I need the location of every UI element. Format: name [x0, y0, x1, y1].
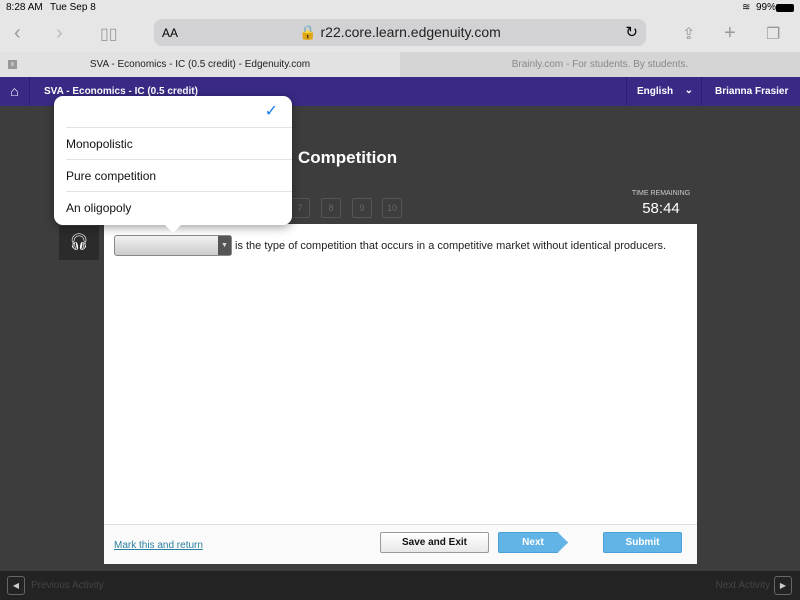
close-tab-icon[interactable]: x — [8, 60, 17, 69]
address-bar[interactable]: AA 🔒 r22.core.learn.edgenuity.com ↻ — [154, 19, 646, 46]
new-tab-icon[interactable]: + — [724, 22, 736, 45]
time-remaining-label: TIME REMAINING — [631, 190, 691, 197]
question-card: ▼ is the type of competition that occurs… — [104, 224, 697, 564]
date: Tue Sep 8 — [50, 2, 96, 13]
back-icon[interactable]: ‹ — [14, 22, 21, 45]
wifi-icon: ≋ — [742, 2, 751, 13]
dropdown-arrow-icon: ▼ — [218, 236, 231, 255]
question-number[interactable]: 8 — [321, 198, 341, 218]
previous-activity-label[interactable]: Previous Activity — [31, 580, 104, 591]
battery-level: 99% — [756, 2, 777, 13]
tab-edgenuity[interactable]: x SVA - Economics - IC (0.5 credit) - Edg… — [0, 52, 400, 77]
reload-icon[interactable]: ↻ — [625, 23, 638, 41]
question-number[interactable]: 9 — [352, 198, 372, 218]
next-button[interactable]: Next — [498, 532, 568, 553]
option-monopolistic[interactable]: Monopolistic — [66, 128, 292, 160]
submit-button[interactable]: Submit — [603, 532, 682, 553]
page-title: Competition — [298, 148, 398, 167]
url-text: 🔒 r22.core.learn.edgenuity.com — [299, 24, 501, 40]
forward-icon[interactable]: › — [56, 22, 63, 45]
answer-dropdown[interactable]: ▼ — [114, 235, 232, 256]
battery-icon — [776, 4, 794, 12]
next-activity-button[interactable]: ▶ — [774, 576, 792, 595]
language-label: English — [637, 86, 674, 97]
home-icon[interactable]: ⌂ — [0, 77, 30, 106]
question-text: is the type of competition that occurs i… — [235, 240, 667, 252]
language-select[interactable]: English ⌄ — [626, 77, 702, 106]
save-exit-button[interactable]: Save and Exit — [380, 532, 489, 553]
clock: 8:28 AM — [6, 2, 43, 13]
headphones-icon[interactable]: 🎧︎ — [59, 226, 99, 260]
activity-nav: ◀ Previous Activity Next Activity ▶ — [0, 571, 800, 600]
dropdown-popover: ✓ Monopolistic Pure competition An oligo… — [54, 96, 292, 233]
option-pure-competition[interactable]: Pure competition — [66, 160, 292, 192]
checkmark-icon: ✓ — [264, 103, 278, 120]
tab-label: SVA - Economics - IC (0.5 credit) - Edge… — [89, 59, 311, 70]
option-blank[interactable]: ✓ — [66, 96, 292, 128]
chevron-down-icon: ⌄ — [684, 85, 693, 96]
bookmarks-icon[interactable]: ▯▯ — [100, 24, 118, 44]
tabs-icon[interactable]: ❐ — [766, 24, 780, 44]
question-number[interactable]: 10 — [382, 198, 402, 218]
browser-toolbar: ‹ › ▯▯ AA 🔒 r22.core.learn.edgenuity.com… — [0, 16, 800, 52]
mark-and-return-link[interactable]: Mark this and return — [114, 540, 203, 551]
option-oligopoly[interactable]: An oligopoly — [66, 192, 292, 224]
url: r22.core.learn.edgenuity.com — [320, 24, 501, 40]
previous-activity-button[interactable]: ◀ — [7, 576, 25, 595]
tab-bar: x SVA - Economics - IC (0.5 credit) - Edg… — [0, 52, 800, 77]
tab-brainly[interactable]: Brainly.com - For students. By students. — [400, 52, 800, 77]
status-bar: 8:28 AM Tue Sep 8 ≋ 99% — [0, 0, 800, 16]
next-activity-label[interactable]: Next Activity — [716, 580, 770, 591]
user-name[interactable]: Brianna Frasier — [715, 86, 788, 97]
time-remaining: 58:44 — [642, 200, 680, 217]
question-number[interactable]: 7 — [290, 198, 310, 218]
question-footer: Mark this and return Save and Exit Next … — [104, 524, 697, 564]
share-icon[interactable]: ⇪ — [682, 24, 695, 44]
